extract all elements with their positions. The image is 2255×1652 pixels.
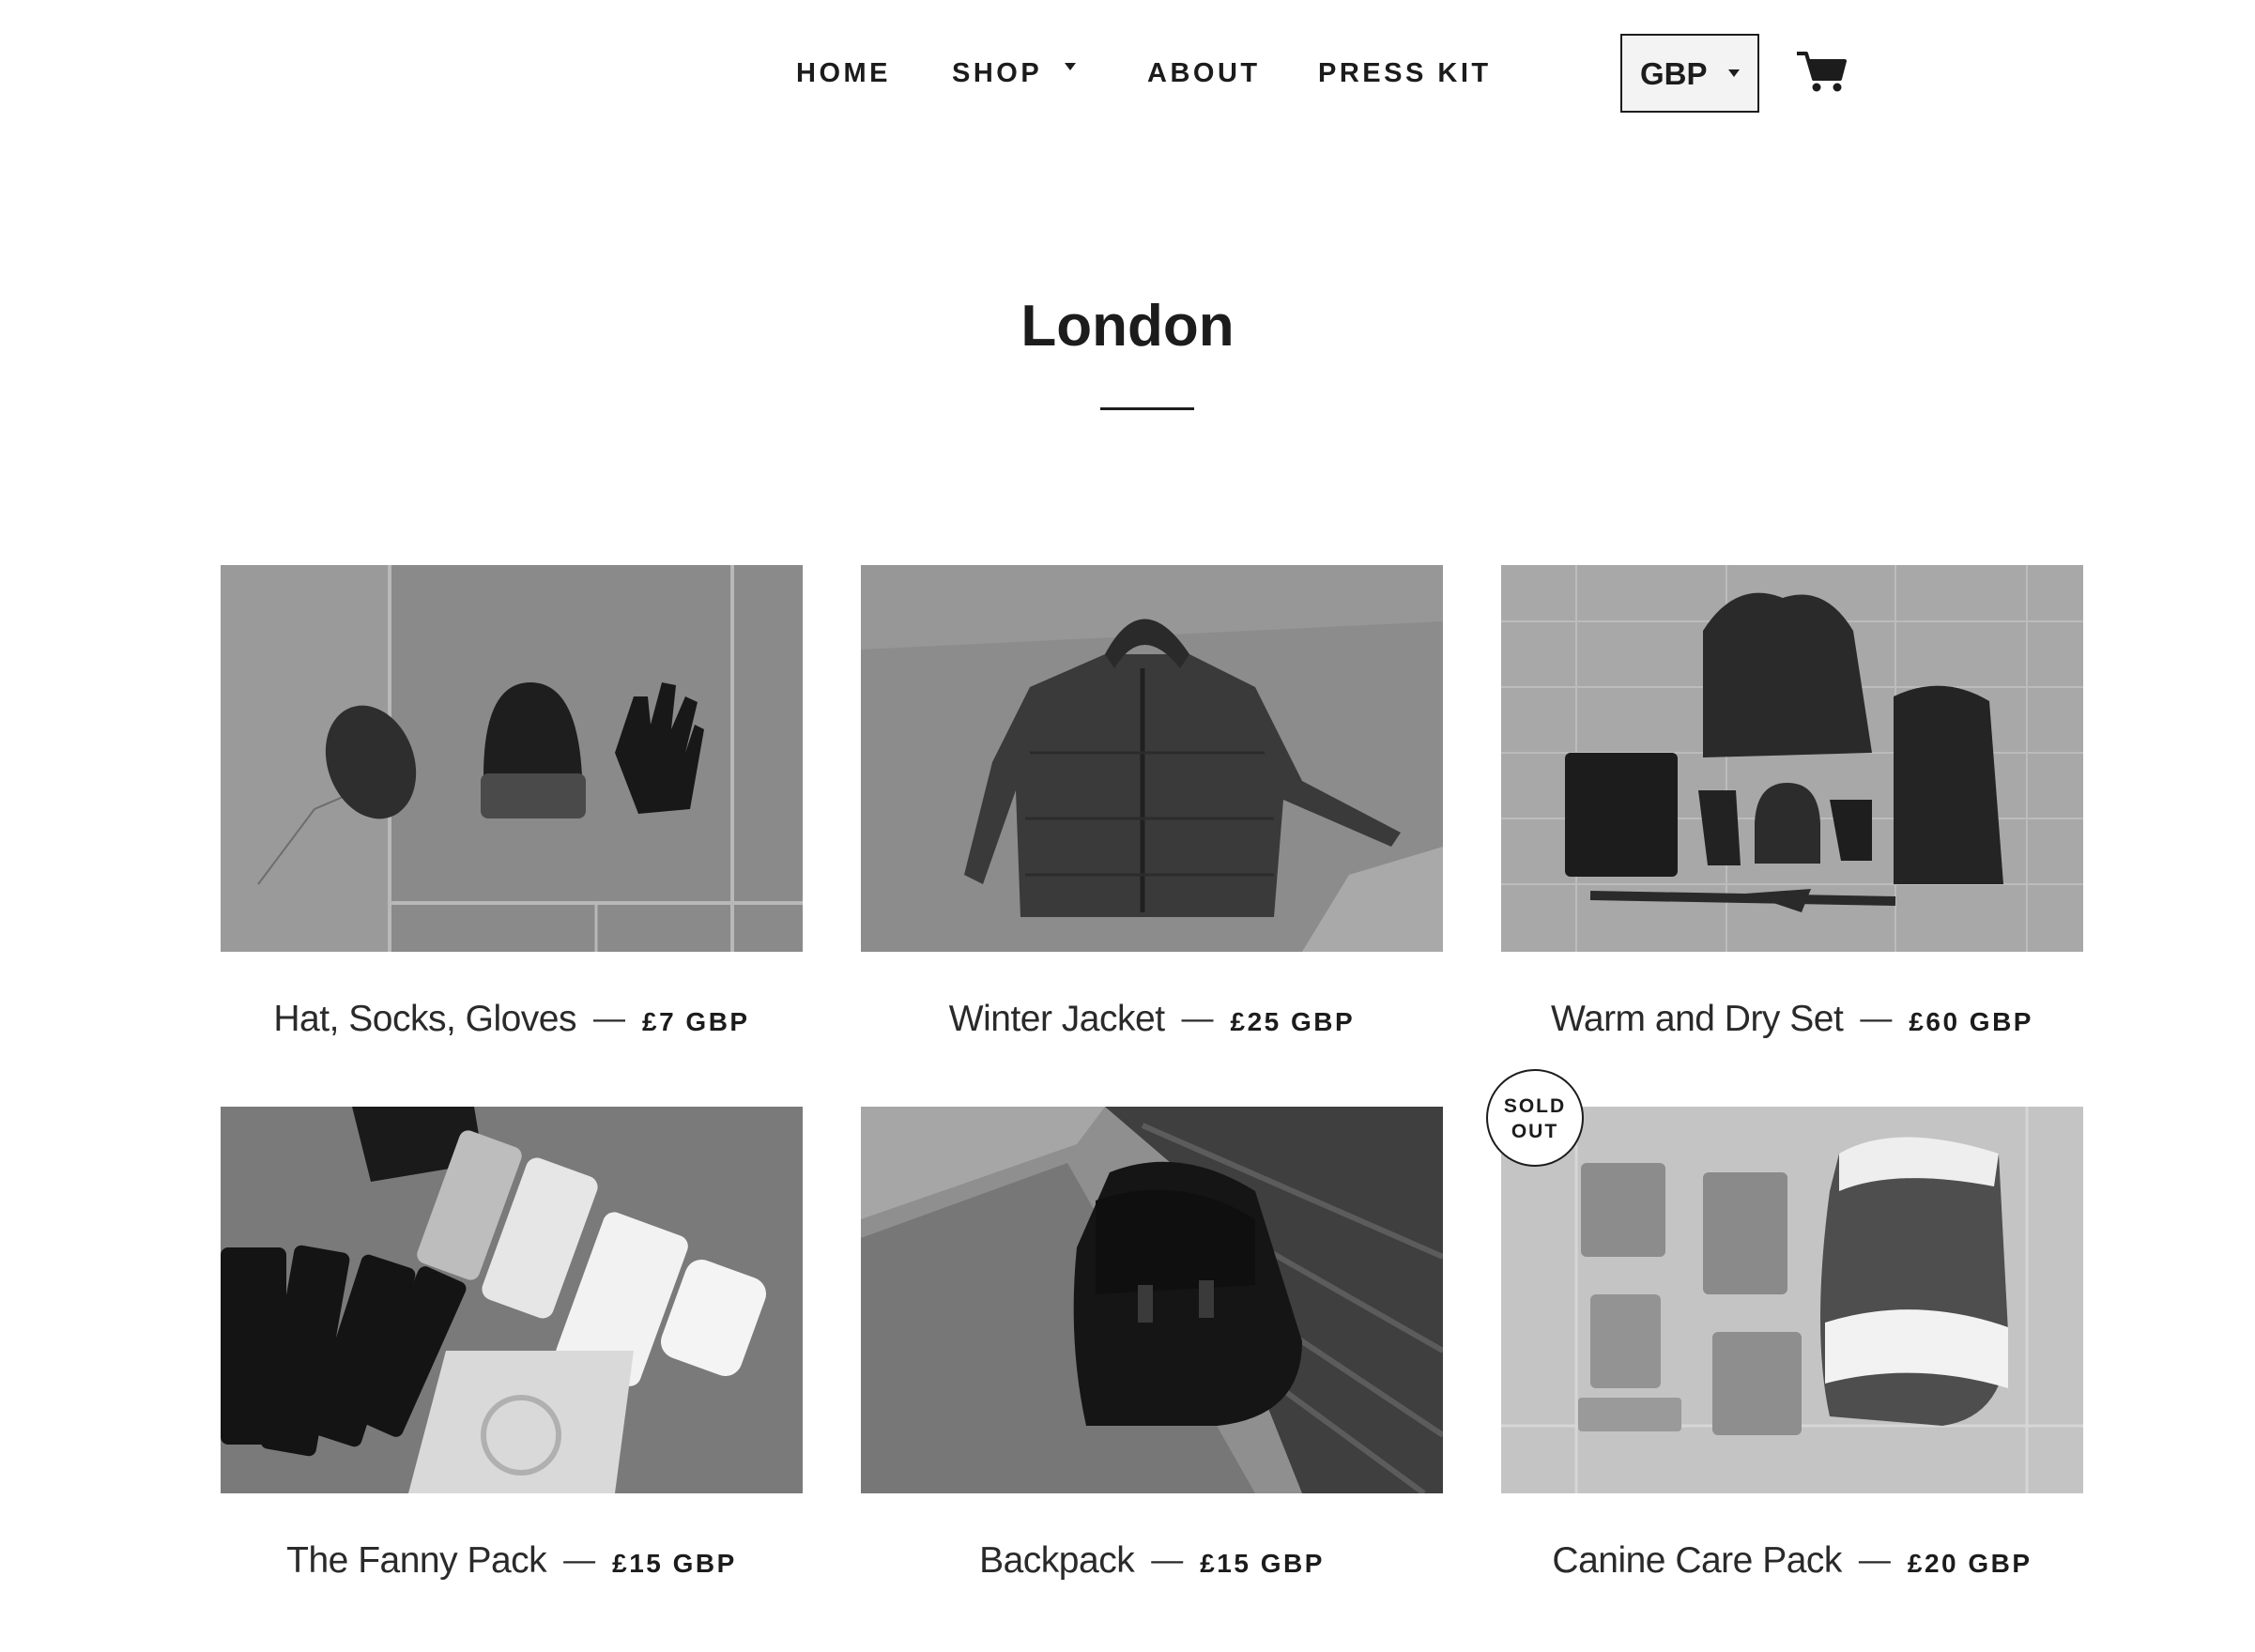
chevron-down-icon [1728, 69, 1740, 77]
product-price: £15 GBP [612, 1549, 737, 1578]
product-price: £25 GBP [1230, 1007, 1356, 1036]
product-name[interactable]: Warm and Dry Set [1551, 999, 1844, 1039]
product-image-fanny-pack[interactable] [221, 1107, 803, 1493]
nav-about[interactable]: ABOUT [1147, 58, 1261, 89]
product-caption: The Fanny Pack — £15 GBP [183, 1540, 840, 1582]
product-name[interactable]: Winter Jacket [949, 999, 1165, 1039]
product-caption: Hat, Socks, Gloves — £7 GBP [183, 999, 840, 1040]
sold-out-line1: SOLD [1503, 1095, 1567, 1117]
product-caption: Warm and Dry Set — £60 GBP [1464, 999, 2121, 1040]
cart-icon[interactable] [1795, 49, 1848, 94]
product-price: £7 GBP [642, 1007, 750, 1036]
product-caption: Backpack — £15 GBP [823, 1540, 1480, 1582]
price-separator: — [563, 1542, 596, 1578]
product-name[interactable]: Backpack [979, 1540, 1135, 1581]
product-price: £60 GBP [1909, 1007, 2033, 1036]
product-image-warm-and-dry-set[interactable] [1501, 565, 2083, 952]
sold-out-badge: SOLD OUT [1486, 1069, 1584, 1167]
product-image-backpack[interactable] [861, 1107, 1443, 1493]
product-image-winter-jacket[interactable] [861, 565, 1443, 952]
price-separator: — [1860, 1001, 1893, 1036]
product-price: £20 GBP [1907, 1549, 2033, 1578]
product-price: £15 GBP [1200, 1549, 1325, 1578]
nav-press-kit[interactable]: PRESS KIT [1318, 58, 1492, 89]
title-divider [1100, 407, 1194, 410]
sold-out-line2: OUT [1511, 1121, 1559, 1142]
page-title: London [1020, 294, 1235, 359]
price-separator: — [1151, 1542, 1184, 1578]
product-caption: Canine Care Pack — £20 GBP [1464, 1540, 2121, 1582]
price-separator: — [1181, 1001, 1214, 1036]
product-caption: Winter Jacket — £25 GBP [823, 999, 1480, 1040]
site-header: HOME SHOP ABOUT PRESS KIT GBP [0, 0, 2255, 150]
product-name[interactable]: Hat, Socks, Gloves [273, 999, 576, 1039]
currency-selector[interactable]: GBP [1620, 34, 1759, 113]
price-separator: — [1858, 1542, 1891, 1578]
product-name[interactable]: Canine Care Pack [1552, 1540, 1842, 1581]
currency-value: GBP [1640, 56, 1708, 91]
product-image-hat-socks-gloves[interactable] [221, 565, 803, 952]
chevron-down-icon [1065, 63, 1077, 71]
nav-shop-label: SHOP [952, 58, 1043, 88]
nav-home[interactable]: HOME [796, 58, 891, 89]
product-name[interactable]: The Fanny Pack [286, 1540, 546, 1581]
price-separator: — [593, 1001, 625, 1036]
nav-shop[interactable]: SHOP [952, 58, 1077, 89]
product-image-canine-care-pack[interactable] [1501, 1107, 2083, 1493]
